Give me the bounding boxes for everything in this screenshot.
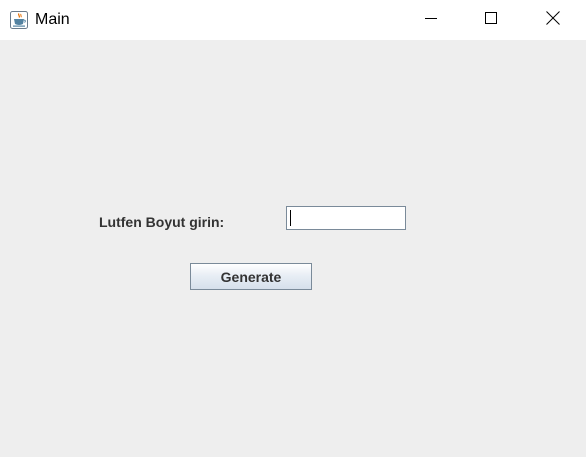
- content-panel: Lutfen Boyut girin: Generate: [0, 40, 586, 457]
- close-icon: [546, 10, 560, 30]
- maximize-icon: [485, 11, 497, 29]
- window-titlebar[interactable]: Main: [0, 0, 586, 40]
- close-button[interactable]: [530, 0, 576, 40]
- size-label: Lutfen Boyut girin:: [99, 214, 225, 230]
- window-title: Main: [35, 11, 70, 28]
- minimize-icon: [425, 11, 437, 29]
- generate-button[interactable]: Generate: [190, 263, 312, 290]
- text-caret: [290, 210, 291, 226]
- maximize-button[interactable]: [468, 0, 514, 40]
- java-cup-icon: [10, 11, 28, 29]
- minimize-button[interactable]: [408, 0, 454, 40]
- size-input[interactable]: [286, 206, 406, 230]
